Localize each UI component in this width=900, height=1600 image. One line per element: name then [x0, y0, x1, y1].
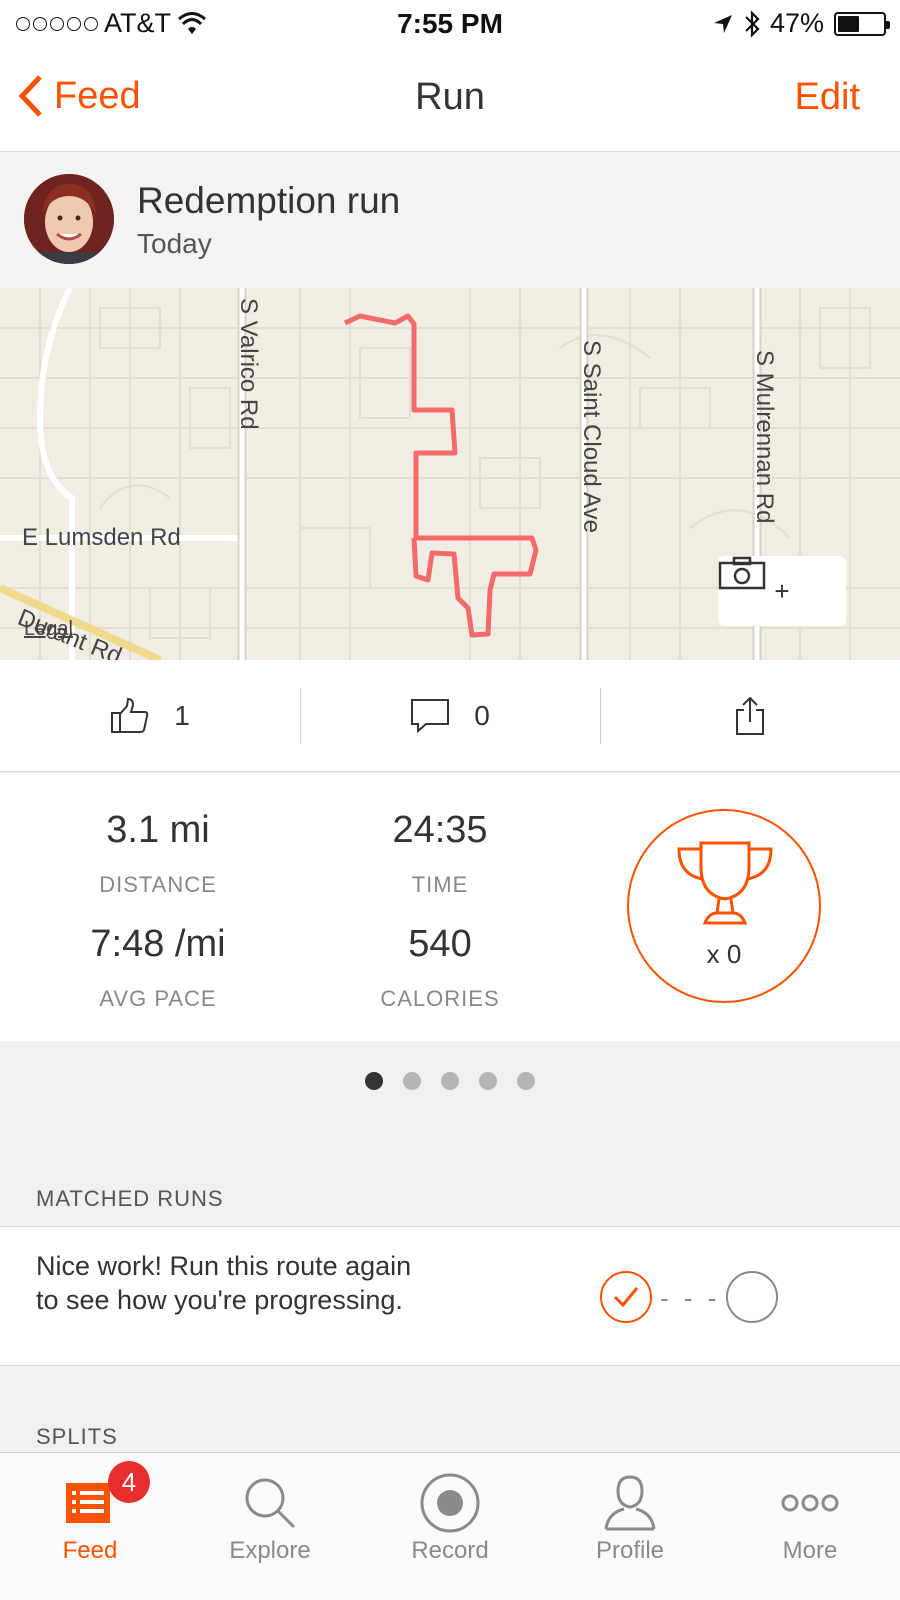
- more-icon: [781, 1494, 839, 1512]
- page-dot[interactable]: [441, 1072, 459, 1090]
- add-photo-button[interactable]: +: [718, 556, 846, 626]
- status-bar: AT&T 7:55 PM 47%: [0, 0, 900, 46]
- battery-level: [838, 15, 859, 32]
- page-dot[interactable]: [517, 1072, 535, 1090]
- record-icon: [420, 1473, 480, 1533]
- stat-time: 24:35 TIME: [300, 809, 580, 898]
- tab-more[interactable]: More: [720, 1453, 900, 1600]
- matched-runs-card[interactable]: Nice work! Run this route again to see h…: [0, 1226, 900, 1366]
- achievements-button[interactable]: x 0: [627, 809, 821, 1003]
- matched-runs-title: MATCHED RUNS: [36, 1186, 224, 1211]
- page-title: Run: [415, 76, 485, 118]
- time-label: TIME: [411, 872, 469, 897]
- tab-more-label: More: [782, 1537, 838, 1564]
- page-dot[interactable]: [365, 1072, 383, 1090]
- comment-icon: [411, 698, 450, 733]
- calories-label: CALORIES: [380, 986, 500, 1011]
- map-label-lumsden: E Lumsden Rd: [22, 524, 181, 551]
- activity-header: Redemption run Today: [0, 152, 900, 288]
- route-map[interactable]: S Valrico Rd S Saint Cloud Ave S Mulrenn…: [0, 288, 900, 660]
- map-label-valrico: S Valrico Rd: [235, 298, 262, 430]
- kudos-count: 1: [174, 699, 190, 731]
- comment-count: 0: [474, 699, 490, 731]
- tab-record-label: Record: [411, 1537, 489, 1564]
- time-value: 24:35: [392, 809, 488, 851]
- edit-button[interactable]: Edit: [795, 76, 860, 119]
- activity-title: Redemption run: [137, 180, 401, 221]
- page-indicator[interactable]: [0, 1072, 900, 1090]
- stats-panel[interactable]: 3.1 mi DISTANCE 24:35 TIME 7:48 /mi AVG …: [0, 773, 900, 1041]
- camera-icon: [718, 556, 766, 590]
- share-icon: [736, 696, 764, 735]
- stat-pace: 7:48 /mi AVG PACE: [18, 923, 298, 1012]
- distance-value: 3.1 mi: [106, 809, 210, 851]
- action-bar: 1 0: [0, 660, 900, 772]
- kudos-button[interactable]: 1: [0, 660, 300, 771]
- matched-run-connector: - - -: [660, 1283, 721, 1313]
- map-legal-link[interactable]: Legal: [24, 618, 73, 641]
- status-right: 47%: [712, 8, 890, 39]
- tab-feed-label: Feed: [62, 1537, 118, 1564]
- nav-bar: Feed Run Edit: [0, 46, 900, 152]
- search-icon: [245, 1478, 296, 1529]
- pace-value: 7:48 /mi: [90, 923, 226, 965]
- page-dot[interactable]: [403, 1072, 421, 1090]
- distance-label: DISTANCE: [99, 872, 217, 897]
- location-arrow-icon: [713, 14, 732, 33]
- pace-label: AVG PACE: [99, 986, 217, 1011]
- matched-run-check-icon: [600, 1271, 652, 1323]
- stat-calories: 540 CALORIES: [300, 923, 580, 1012]
- bluetooth-icon: [745, 9, 760, 38]
- add-photo-plus: +: [774, 575, 790, 606]
- page-dot[interactable]: [479, 1072, 497, 1090]
- tab-record[interactable]: Record: [360, 1453, 540, 1600]
- profile-icon: [604, 1475, 656, 1531]
- avatar[interactable]: [24, 174, 114, 264]
- battery-percent: 47%: [769, 8, 824, 38]
- map-label-mulrennan: S Mulrennan Rd: [751, 350, 778, 524]
- achievements-count: x 0: [706, 939, 742, 969]
- feed-badge: 4: [108, 1461, 150, 1503]
- thumbs-up-icon: [111, 697, 149, 733]
- share-button[interactable]: [600, 660, 900, 771]
- matched-run-empty-icon: [726, 1271, 778, 1323]
- tab-explore[interactable]: Explore: [180, 1453, 360, 1600]
- battery-icon: [834, 11, 890, 36]
- tab-profile-label: Profile: [595, 1537, 665, 1564]
- calories-value: 540: [408, 923, 472, 965]
- stat-distance: 3.1 mi DISTANCE: [18, 809, 298, 898]
- tab-bar: 4 Feed Explore Record Profile More: [0, 1452, 900, 1600]
- comment-button[interactable]: 0: [300, 660, 600, 771]
- splits-title: SPLITS: [36, 1424, 118, 1449]
- trophy-icon: [677, 841, 773, 925]
- tab-profile[interactable]: Profile: [540, 1453, 720, 1600]
- map-label-saint-cloud: S Saint Cloud Ave: [578, 340, 605, 534]
- matched-runs-message: Nice work! Run this route again to see h…: [36, 1251, 412, 1315]
- tab-explore-label: Explore: [229, 1537, 311, 1564]
- tab-feed[interactable]: 4 Feed: [0, 1453, 180, 1600]
- activity-date: Today: [137, 228, 212, 259]
